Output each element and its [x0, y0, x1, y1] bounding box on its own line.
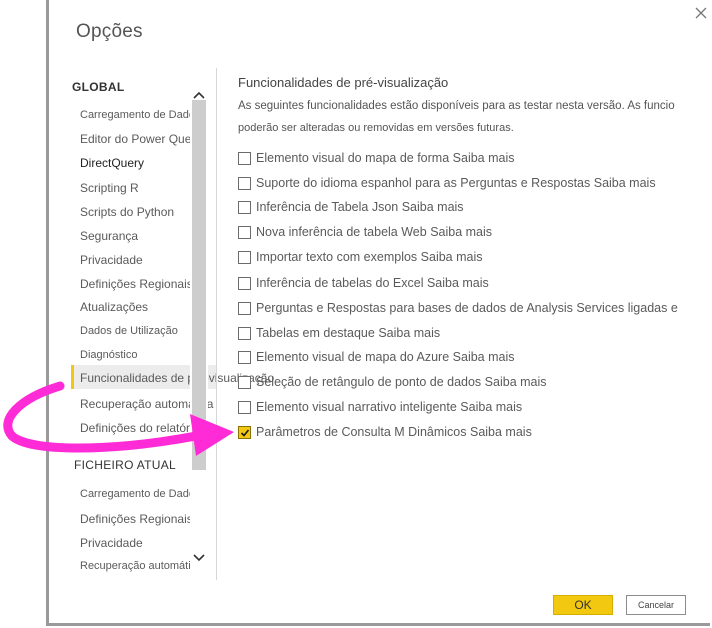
saiba-mais-link[interactable]: Saiba mais	[453, 151, 515, 165]
feature-checkbox[interactable]	[238, 376, 251, 389]
feature-label-text: Nova inferência de tabela Web	[256, 225, 427, 239]
feature-label-text: Suporte do idioma espanhol para as Pergu…	[256, 176, 591, 190]
chevron-up-icon[interactable]	[191, 88, 207, 100]
section-description-line1: As seguintes funcionalidades estão dispo…	[238, 100, 675, 112]
nav-section-global: GLOBAL	[72, 80, 125, 94]
nav-item-carregamento-dados[interactable]: Carregamento de Dados	[80, 109, 200, 121]
nav-item-definicoes-relatorio[interactable]: Definições do relatório	[80, 421, 199, 435]
feature-label: Suporte do idioma espanhol para as Pergu…	[256, 176, 656, 190]
feature-checkbox[interactable]	[238, 251, 251, 264]
saiba-mais-link[interactable]: Saiba mais	[421, 250, 483, 264]
feature-label: Seleção de retângulo de ponto de dados S…	[256, 375, 547, 389]
feature-label: Nova inferência de tabela Web Saiba mais	[256, 225, 492, 239]
nav-item-dados-utilizacao[interactable]: Dados de Utilização	[80, 325, 178, 337]
cancel-button[interactable]: Cancelar	[626, 595, 686, 615]
nav-item-diagnostico[interactable]: Diagnóstico	[80, 349, 137, 361]
nav-item-seguranca[interactable]: Segurança	[80, 229, 138, 243]
feature-label: Tabelas em destaque Saiba mais	[256, 326, 440, 340]
saiba-mais-link[interactable]: Saiba mais	[470, 425, 532, 439]
nav-item-file-privacidade[interactable]: Privacidade	[80, 536, 143, 550]
saiba-mais-link[interactable]: Saiba mais	[485, 375, 547, 389]
feature-checkbox[interactable]	[238, 152, 251, 165]
nav-item-atualizacoes[interactable]: Atualizações	[80, 300, 148, 314]
feature-label-text: Importar texto com exemplos	[256, 250, 418, 264]
nav-item-editor-power-query[interactable]: Editor do Power Query	[80, 132, 201, 146]
checkmark-icon	[240, 429, 250, 437]
saiba-mais-link[interactable]: Saiba mais	[427, 276, 489, 290]
saiba-mais-link[interactable]: Saiba mais	[378, 326, 440, 340]
feature-label: Inferência de tabelas do Excel Saiba mai…	[256, 276, 489, 290]
dialog-title: Opções	[76, 21, 143, 42]
saiba-mais-link[interactable]: Saiba mais	[402, 200, 464, 214]
close-icon[interactable]	[694, 6, 708, 20]
feature-label-text: Inferência de tabelas do Excel	[256, 276, 424, 290]
feature-label: Elemento visual de mapa do Azure Saiba m…	[256, 350, 515, 364]
feature-checkbox[interactable]	[238, 327, 251, 340]
chevron-down-icon[interactable]	[191, 551, 207, 563]
feature-label: Elemento visual do mapa de forma Saiba m…	[256, 151, 515, 165]
nav-item-directquery[interactable]: DirectQuery	[80, 156, 144, 170]
nav-item-definicoes-regionais[interactable]: Definições Regionais	[80, 277, 193, 291]
nav-section-ficheiro-atual: FICHEIRO ATUAL	[74, 458, 176, 472]
feature-checkbox[interactable]	[238, 351, 251, 364]
section-title: Funcionalidades de pré-visualização	[238, 75, 449, 90]
feature-label-text: Perguntas e Respostas para bases de dado…	[256, 301, 678, 315]
saiba-mais-link[interactable]: Saiba mais	[594, 176, 656, 190]
feature-label: Elemento visual narrativo inteligente Sa…	[256, 400, 522, 414]
feature-checkbox[interactable]	[238, 177, 251, 190]
feature-checkbox[interactable]	[238, 426, 251, 439]
saiba-mais-link[interactable]: Saiba mais	[460, 400, 522, 414]
feature-checkbox[interactable]	[238, 226, 251, 239]
nav-item-file-carregamento-dados[interactable]: Carregamento de Dados	[80, 488, 200, 500]
feature-checkbox[interactable]	[238, 401, 251, 414]
feature-label: Perguntas e Respostas para bases de dado…	[256, 301, 678, 315]
nav-scrollbar-thumb[interactable]	[192, 100, 206, 470]
feature-label-text: Elemento visual do mapa de forma	[256, 151, 450, 165]
pane-divider	[216, 68, 217, 580]
feature-label-text: Elemento visual narrativo inteligente	[256, 400, 457, 414]
feature-label: Inferência de Tabela Json Saiba mais	[256, 200, 464, 214]
feature-checkbox[interactable]	[238, 277, 251, 290]
nav-item-file-definicoes-regionais[interactable]: Definições Regionais	[80, 512, 193, 526]
feature-label-text: Seleção de retângulo de ponto de dados	[256, 375, 482, 389]
ok-button[interactable]: OK	[553, 595, 613, 615]
feature-label-text: Parâmetros de Consulta M Dinâmicos	[256, 425, 467, 439]
feature-label-text: Inferência de Tabela Json	[256, 200, 399, 214]
nav-item-scripting-r[interactable]: Scripting R	[80, 181, 139, 195]
saiba-mais-link[interactable]: Saiba mais	[430, 225, 492, 239]
nav-item-file-recuperacao-automatica[interactable]: Recuperação automática	[80, 560, 202, 572]
feature-checkbox[interactable]	[238, 302, 251, 315]
feature-checkbox[interactable]	[238, 201, 251, 214]
feature-label: Parâmetros de Consulta M Dinâmicos Saiba…	[256, 425, 532, 439]
saiba-mais-link[interactable]: Saiba mais	[453, 350, 515, 364]
nav-item-scripts-python[interactable]: Scripts do Python	[80, 205, 174, 219]
feature-label: Importar texto com exemplos Saiba mais	[256, 250, 483, 264]
section-description-line2: poderão ser alteradas ou removidas em ve…	[238, 122, 514, 134]
nav-item-privacidade[interactable]: Privacidade	[80, 253, 143, 267]
feature-label-text: Tabelas em destaque	[256, 326, 375, 340]
feature-label-text: Elemento visual de mapa do Azure	[256, 350, 450, 364]
